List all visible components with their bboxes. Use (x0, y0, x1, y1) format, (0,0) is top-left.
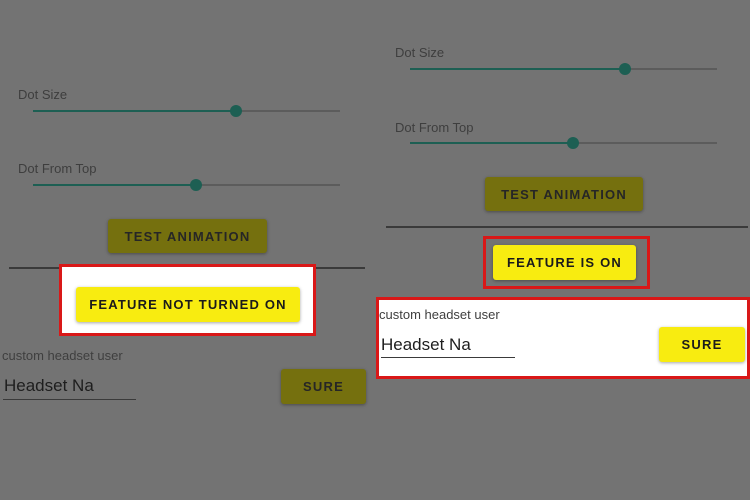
divider (386, 226, 748, 228)
dot-size-slider-thumb[interactable] (229, 105, 242, 117)
highlight-box-feature: FEATURE IS ON (483, 236, 650, 289)
dot-from-top-label: Dot From Top (18, 161, 97, 176)
headset-input-label: custom headset user (379, 307, 500, 322)
dot-size-slider[interactable] (33, 105, 340, 117)
dot-size-label: Dot Size (395, 45, 445, 60)
dot-size-slider-fill (33, 110, 236, 112)
headset-input-underline (3, 399, 136, 400)
headset-input-label: custom headset user (2, 348, 123, 363)
feature-toggle-button[interactable]: FEATURE IS ON (493, 245, 636, 280)
test-animation-button[interactable]: TEST ANIMATION (108, 219, 267, 253)
dot-size-slider-fill (410, 68, 625, 70)
highlight-box-feature: FEATURE NOT TURNED ON (59, 264, 316, 336)
dot-size-slider-thumb[interactable] (618, 63, 631, 75)
feature-toggle-button[interactable]: FEATURE NOT TURNED ON (76, 287, 300, 322)
dot-from-top-slider-thumb[interactable] (189, 179, 202, 191)
dot-from-top-slider-fill (33, 184, 196, 186)
dot-from-top-slider-fill (410, 142, 573, 144)
headset-name-input[interactable] (4, 375, 134, 397)
dot-from-top-slider[interactable] (33, 179, 340, 191)
sure-button[interactable]: SURE (281, 369, 366, 404)
dot-from-top-slider-thumb[interactable] (566, 137, 579, 149)
headset-input-underline (381, 357, 515, 358)
test-animation-button[interactable]: TEST ANIMATION (485, 177, 643, 211)
left-screen: Dot Size Dot From Top TEST ANIMATION FEA… (0, 0, 375, 500)
dot-size-label: Dot Size (18, 87, 68, 102)
dot-from-top-slider[interactable] (410, 137, 717, 149)
right-screen: Dot Size Dot From Top TEST ANIMATION FEA… (375, 0, 750, 500)
sure-button[interactable]: SURE (659, 327, 745, 362)
highlight-box-headset: custom headset user SURE (376, 297, 750, 379)
headset-name-input[interactable] (381, 334, 511, 356)
dot-size-slider[interactable] (410, 63, 717, 75)
dot-from-top-label: Dot From Top (395, 120, 474, 135)
